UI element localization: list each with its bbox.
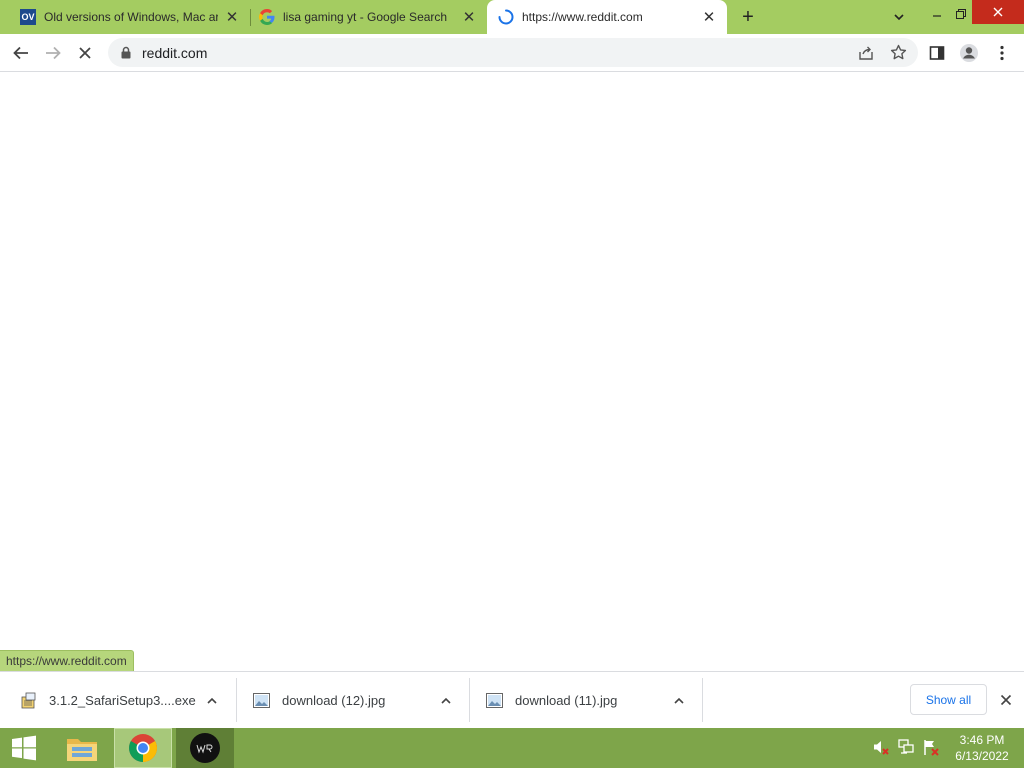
new-tab-button[interactable]: + (738, 7, 758, 27)
close-window-button[interactable] (972, 0, 1024, 24)
image-file-icon (486, 693, 503, 708)
clock-time: 3:46 PM (959, 733, 1005, 747)
folder-icon (67, 739, 97, 761)
restore-button[interactable] (952, 7, 970, 27)
tab-title: Old versions of Windows, Mac ar (44, 10, 218, 24)
download-item[interactable]: 3.1.2_SafariSetup3....exe (0, 672, 236, 729)
action-center-flag-icon[interactable] (922, 738, 940, 756)
tab-title: https://www.reddit.com (522, 10, 643, 24)
app-logo-icon (190, 733, 220, 763)
url-text[interactable]: reddit.com (142, 45, 207, 61)
share-icon[interactable] (858, 45, 874, 61)
divider (702, 678, 703, 722)
minimize-button[interactable] (928, 7, 946, 27)
image-file-icon (253, 693, 270, 708)
close-tab-icon[interactable]: ✕ (224, 9, 240, 26)
tab-google-search[interactable]: lisa gaming yt - Google Search ✕ (250, 0, 487, 34)
system-clock[interactable]: 3:46 PM 6/13/2022 (944, 732, 1020, 764)
chrome-taskbar-button[interactable] (114, 728, 172, 768)
lock-icon[interactable] (120, 46, 132, 59)
status-bubble: https://www.reddit.com (0, 650, 134, 672)
download-filename: 3.1.2_SafariSetup3....exe (49, 693, 196, 708)
menu-button[interactable] (989, 40, 1015, 66)
loading-spinner-icon (498, 9, 514, 25)
file-explorer-button[interactable] (54, 728, 110, 768)
address-bar[interactable]: reddit.com (108, 38, 918, 67)
chevron-up-icon[interactable] (439, 694, 453, 708)
download-shelf: 3.1.2_SafariSetup3....exe download (12).… (0, 671, 1024, 729)
tab-strip: OV Old versions of Windows, Mac ar ✕ lis… (0, 0, 1024, 34)
close-download-shelf-button[interactable] (996, 690, 1016, 710)
google-icon (259, 9, 275, 25)
taskbar: 3:46 PM 6/13/2022 (0, 728, 1024, 768)
network-icon[interactable] (897, 738, 915, 756)
tab-old-versions[interactable]: OV Old versions of Windows, Mac ar ✕ (0, 0, 250, 34)
side-panel-icon (929, 46, 945, 60)
minimize-icon (933, 15, 941, 17)
start-button[interactable] (0, 728, 48, 768)
stop-loading-button[interactable] (72, 40, 98, 66)
page-content (0, 72, 1024, 671)
ov-icon: OV (20, 9, 36, 25)
stop-icon (79, 47, 91, 59)
chevron-up-icon[interactable] (672, 694, 686, 708)
close-tab-icon[interactable]: ✕ (461, 9, 477, 26)
arrow-left-icon (13, 46, 28, 60)
close-icon (1000, 694, 1012, 706)
chevron-up-icon[interactable] (205, 694, 219, 708)
more-vert-icon (1000, 45, 1004, 61)
chevron-down-icon (894, 14, 904, 21)
star-icon[interactable] (890, 44, 907, 61)
windows-logo-icon (12, 735, 36, 761)
tab-title: lisa gaming yt - Google Search (283, 10, 448, 24)
speaker-muted-icon[interactable] (872, 738, 890, 756)
tab-reddit[interactable]: https://www.reddit.com ✕ (487, 0, 727, 34)
back-button[interactable] (8, 40, 34, 66)
arrow-right-icon (46, 46, 61, 60)
restore-icon (956, 9, 966, 19)
download-item[interactable]: download (11).jpg (470, 672, 702, 729)
download-item[interactable]: download (12).jpg (237, 672, 469, 729)
chrome-icon (129, 734, 157, 762)
side-panel-button[interactable] (924, 40, 950, 66)
download-filename: download (12).jpg (282, 693, 386, 708)
app-taskbar-button[interactable] (176, 728, 234, 768)
tab-search-button[interactable] (890, 7, 908, 27)
avatar-icon (960, 44, 978, 62)
show-all-button[interactable]: Show all (910, 684, 987, 715)
browser-toolbar: reddit.com (0, 34, 1024, 72)
forward-button[interactable] (40, 40, 66, 66)
close-tab-icon[interactable]: ✕ (701, 9, 717, 26)
download-filename: download (11).jpg (515, 693, 618, 708)
installer-icon (21, 692, 36, 708)
profile-button[interactable] (956, 40, 982, 66)
clock-date: 6/13/2022 (955, 749, 1009, 763)
close-icon (993, 7, 1003, 17)
